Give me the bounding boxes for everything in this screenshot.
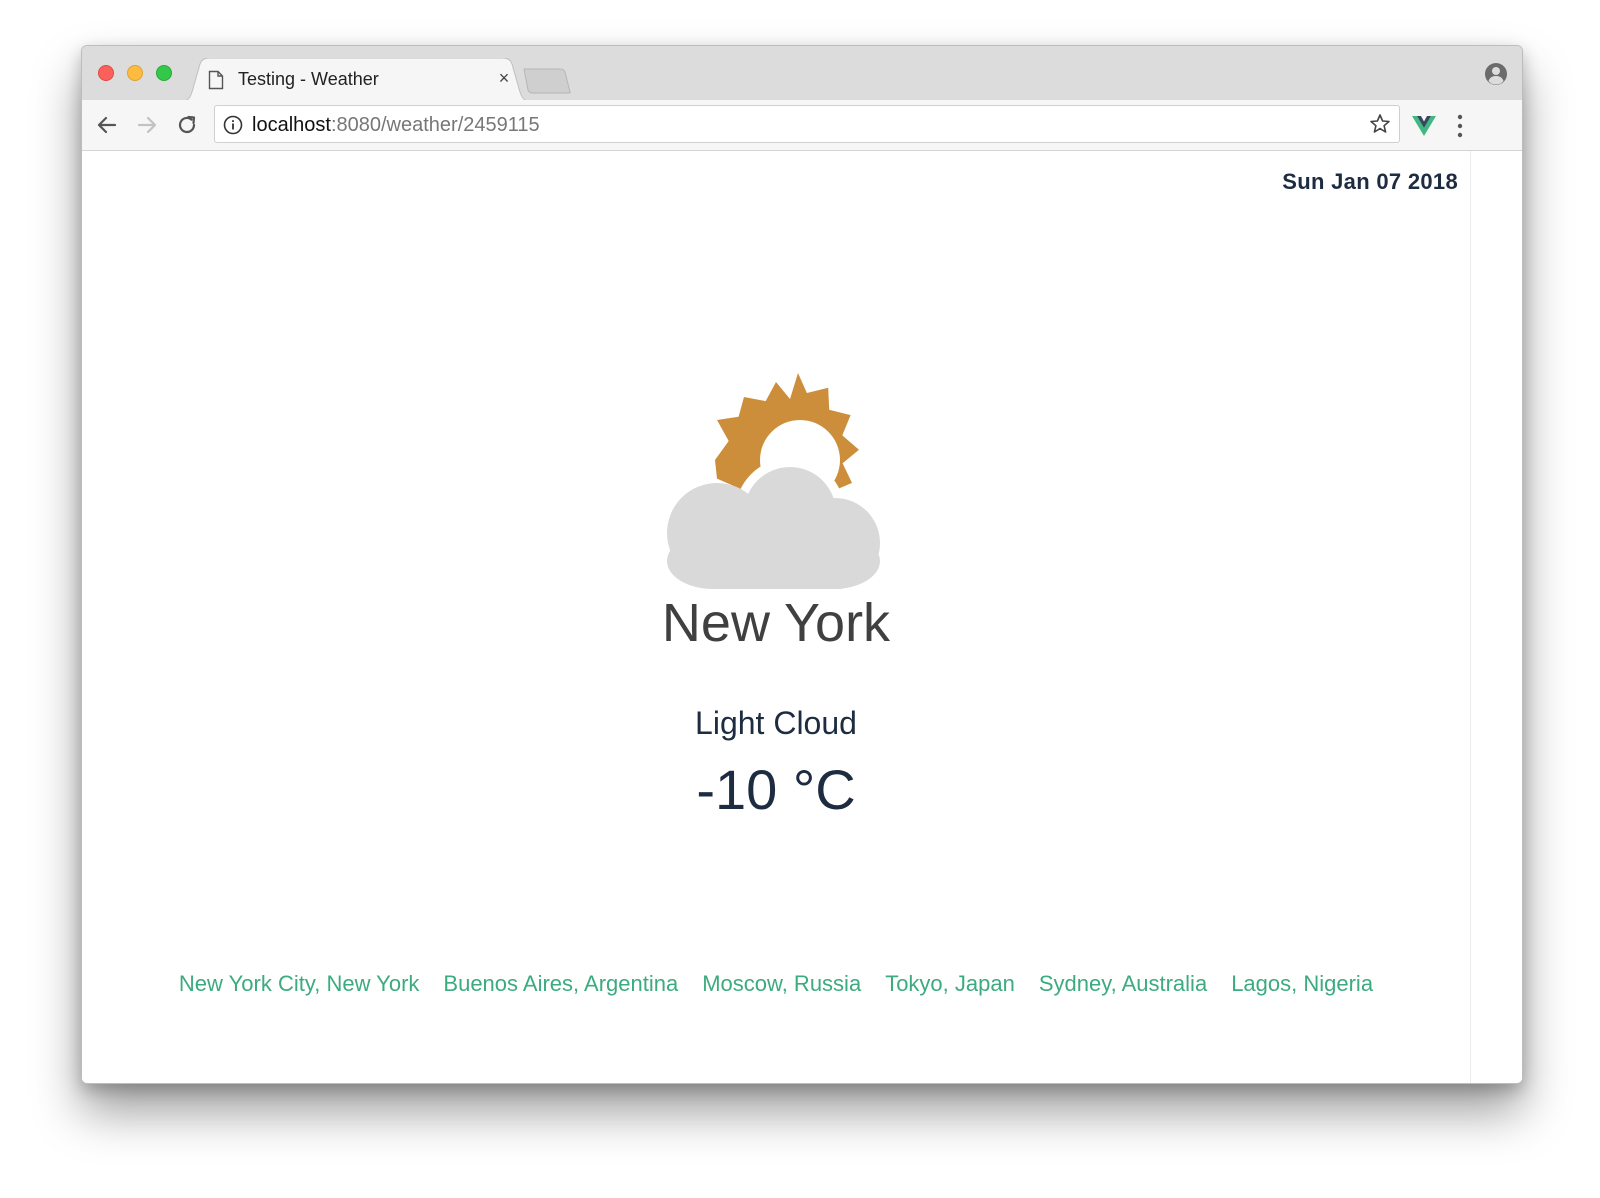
weather-condition: Light Cloud xyxy=(695,705,857,741)
window-minimize-button[interactable] xyxy=(127,65,143,81)
active-tab[interactable]: Testing - Weather × xyxy=(178,58,534,100)
tab-close-icon[interactable]: × xyxy=(494,68,514,88)
arrow-right-icon[interactable] xyxy=(134,112,160,138)
star-icon[interactable] xyxy=(1369,113,1391,135)
city-link-new-york-city[interactable]: New York City, New York xyxy=(179,969,419,999)
arrow-left-icon[interactable] xyxy=(94,112,120,138)
browser-toolbar: localhost:8080/weather/2459115 xyxy=(82,100,1522,151)
kebab-menu-icon[interactable] xyxy=(1456,113,1464,139)
url-text[interactable]: localhost:8080/weather/2459115 xyxy=(252,114,540,136)
reload-icon[interactable] xyxy=(174,112,200,138)
url-host: localhost xyxy=(252,114,331,136)
info-icon[interactable] xyxy=(223,115,243,135)
page-content: Sun Jan 07 2018 New York Light Cloud -10… xyxy=(82,151,1522,1083)
new-tab-button[interactable] xyxy=(522,68,572,94)
window-maximize-button[interactable] xyxy=(156,65,172,81)
url-path: :8080/weather/2459115 xyxy=(330,114,540,136)
tab-strip: Testing - Weather × xyxy=(82,46,1522,102)
tab-title: Testing - Weather xyxy=(238,69,379,89)
document-icon xyxy=(208,70,224,90)
city-links: New York City, New York Buenos Aires, Arg… xyxy=(82,969,1470,999)
city-link-lagos[interactable]: Lagos, Nigeria xyxy=(1231,969,1373,999)
profile-icon[interactable] xyxy=(1484,62,1508,86)
light-cloud-icon xyxy=(667,373,880,589)
address-bar[interactable]: localhost:8080/weather/2459115 xyxy=(214,105,1400,143)
temperature: -10 °C xyxy=(696,758,856,821)
browser-window: Testing - Weather × localhost:8080/weath… xyxy=(81,45,1523,1084)
city-link-moscow[interactable]: Moscow, Russia xyxy=(702,969,861,999)
current-date: Sun Jan 07 2018 xyxy=(1282,169,1458,194)
screenshot-stage: Testing - Weather × localhost:8080/weath… xyxy=(0,0,1600,1198)
vue-devtools-icon[interactable] xyxy=(1412,115,1436,137)
scrollbar-track[interactable] xyxy=(1470,151,1471,1083)
city-name: New York xyxy=(661,593,891,653)
city-link-sydney[interactable]: Sydney, Australia xyxy=(1039,969,1207,999)
city-link-buenos-aires[interactable]: Buenos Aires, Argentina xyxy=(443,969,678,999)
city-link-tokyo[interactable]: Tokyo, Japan xyxy=(885,969,1015,999)
window-close-button[interactable] xyxy=(98,65,114,81)
